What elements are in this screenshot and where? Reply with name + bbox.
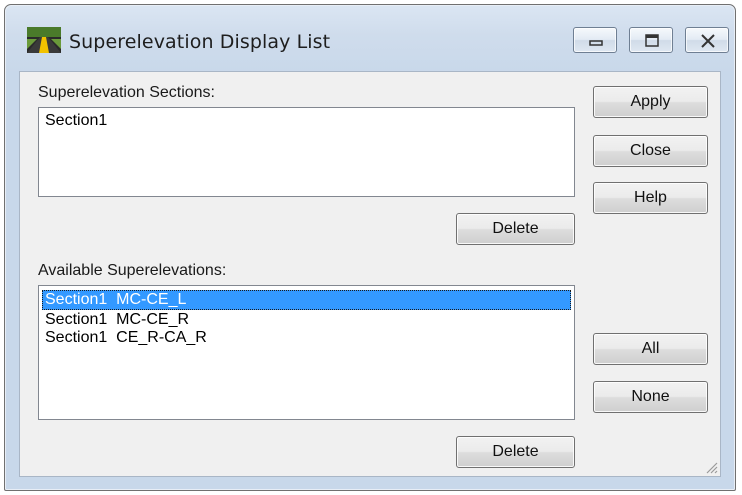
minimize-button[interactable] (573, 27, 617, 53)
minimize-icon (589, 40, 603, 46)
dialog-window: Superelevation Display List Superelevati… (4, 4, 736, 491)
dialog-content: Superelevation Sections: Section1 Delete… (19, 71, 721, 477)
available-list[interactable]: Section1 MC-CE_L Section1 MC-CE_R Sectio… (38, 285, 575, 420)
list-item-selected[interactable]: Section1 MC-CE_L (42, 290, 571, 310)
list-item[interactable]: Section1 MC-CE_R (42, 310, 189, 330)
list-item[interactable]: Section1 CE_R-CA_R (42, 328, 207, 348)
help-button[interactable]: Help (593, 182, 708, 214)
maximize-button[interactable] (629, 27, 673, 53)
resize-grip-icon[interactable] (704, 460, 718, 474)
none-button[interactable]: None (593, 381, 708, 413)
title-bar[interactable]: Superelevation Display List (5, 5, 735, 81)
delete-available-button[interactable]: Delete (456, 436, 575, 468)
available-label: Available Superelevations: (38, 262, 227, 279)
sections-list[interactable]: Section1 (38, 107, 575, 197)
all-button[interactable]: All (593, 333, 708, 365)
road-app-icon (27, 27, 61, 53)
delete-section-button[interactable]: Delete (456, 213, 575, 245)
sections-label: Superelevation Sections: (38, 84, 215, 101)
close-button[interactable]: Close (593, 135, 708, 167)
window-title: Superelevation Display List (69, 31, 331, 53)
apply-button[interactable]: Apply (593, 86, 708, 118)
list-item[interactable]: Section1 (42, 111, 107, 131)
restore-icon (645, 34, 659, 47)
close-icon (701, 34, 715, 48)
close-window-button[interactable] (685, 27, 729, 53)
